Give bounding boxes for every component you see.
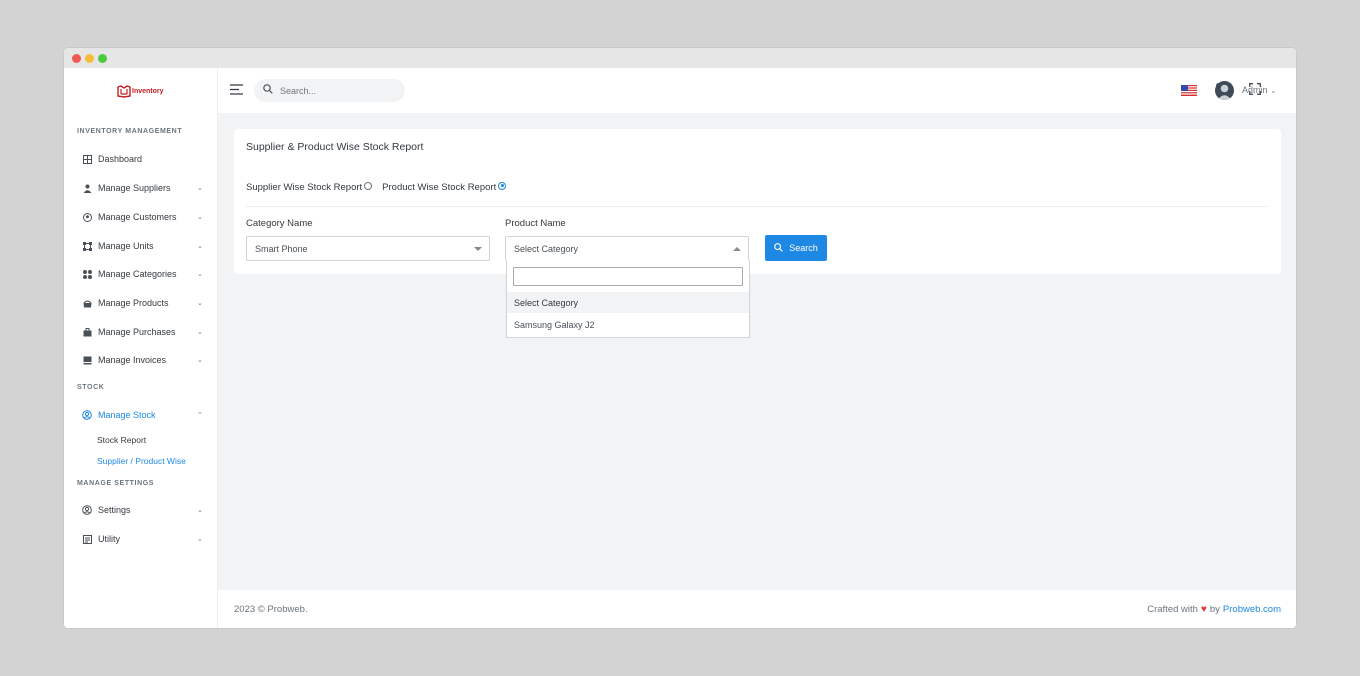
chevron-up-icon: ⌃: [197, 412, 203, 419]
sidebar-item-label: Settings: [98, 505, 131, 515]
sidebar-item-label: Manage Suppliers: [98, 183, 171, 193]
brand-name: Inventory: [132, 88, 164, 95]
dropdown-option[interactable]: Select Category: [507, 292, 749, 313]
close-window-button[interactable]: [72, 54, 81, 63]
sidebar-subitem-supplier-product-wise[interactable]: Supplier / Product Wise: [97, 456, 186, 466]
categories-icon: [80, 269, 94, 279]
sidebar-item-label: Utility: [98, 534, 120, 544]
user-avatar[interactable]: [1215, 81, 1234, 100]
product-name-label: Product Name: [505, 218, 566, 229]
location-pin-icon: [80, 212, 94, 222]
top-header: Admin⌄: [218, 68, 1296, 113]
radio-supplier-wise[interactable]: [364, 181, 373, 190]
radio-supplier-label[interactable]: Supplier Wise Stock Report: [246, 182, 362, 193]
brand-logo[interactable]: Inventory: [117, 85, 164, 98]
sidebar-item-label: Manage Customers: [98, 212, 177, 222]
category-name-label: Category Name: [246, 218, 313, 229]
report-type-radios: Supplier Wise Stock Report Product Wise …: [246, 181, 516, 193]
sidebar-item-customers[interactable]: Manage Customers ⌄: [77, 207, 205, 227]
menu-section-inventory: INVENTORY MANAGEMENT: [77, 128, 183, 135]
footer-copyright: 2023 © Probweb.: [234, 604, 308, 615]
caret-up-icon: [733, 247, 741, 251]
search-input[interactable]: [280, 85, 390, 96]
maximize-window-button[interactable]: [98, 54, 107, 63]
radio-product-wise[interactable]: [498, 181, 507, 190]
chevron-down-icon: ⌄: [197, 536, 203, 543]
footer-by-text: by: [1209, 604, 1220, 615]
product-select[interactable]: Select Category: [505, 236, 749, 261]
minimize-window-button[interactable]: [85, 54, 94, 63]
sidebar-item-label: Manage Units: [98, 241, 154, 251]
footer-crafted-text: Crafted with: [1147, 604, 1198, 615]
category-select[interactable]: Smart Phone: [246, 236, 490, 261]
sidebar-item-products[interactable]: Manage Products ⌄: [77, 293, 205, 313]
product-dropdown: Select Category Samsung Galaxy J2: [506, 260, 750, 338]
sidebar-item-manage-stock[interactable]: Manage Stock ⌃: [77, 405, 205, 425]
briefcase-icon: [80, 327, 94, 337]
chevron-down-icon: ⌄: [197, 243, 203, 250]
sidebar-item-label: Manage Products: [98, 298, 169, 308]
sidebar-subitem-stock-report[interactable]: Stock Report: [97, 435, 146, 445]
utility-icon: [80, 534, 94, 544]
settings-icon: [80, 505, 94, 515]
search-button-label: Search: [789, 243, 818, 253]
search-icon: [774, 242, 784, 254]
footer-link[interactable]: Probweb.com: [1223, 604, 1281, 615]
menu-section-stock: STOCK: [77, 384, 105, 391]
sidebar-item-dashboard[interactable]: Dashboard: [77, 149, 205, 169]
sidebar-item-units[interactable]: Manage Units ⌄: [77, 236, 205, 256]
window-titlebar: [64, 48, 1296, 68]
menu-toggle-icon[interactable]: [230, 84, 244, 98]
sidebar-item-label: Manage Stock: [98, 410, 156, 420]
sidebar-item-purchases[interactable]: Manage Purchases ⌄: [77, 322, 205, 342]
header-search[interactable]: [254, 79, 405, 102]
sidebar-item-suppliers[interactable]: Manage Suppliers ⌄: [77, 178, 205, 198]
chevron-down-icon: ⌄: [197, 271, 203, 278]
sidebar-item-categories[interactable]: Manage Categories ⌄: [77, 264, 205, 284]
sidebar-item-label: Manage Purchases: [98, 327, 176, 337]
caret-down-icon: [474, 247, 482, 251]
sidebar-item-utility[interactable]: Utility ⌄: [77, 529, 205, 549]
browser-window: Inventory INVENTORY MANAGEMENT Dashboard…: [64, 48, 1296, 628]
products-icon: [80, 299, 94, 308]
dropdown-search-input[interactable]: [513, 267, 743, 286]
us-flag-icon[interactable]: [1181, 85, 1197, 99]
product-select-value: Select Category: [514, 243, 579, 254]
user-menu[interactable]: Admin ⌄: [1242, 85, 1276, 95]
chevron-down-icon: ⌄: [1270, 88, 1277, 95]
logo-icon: [117, 85, 131, 98]
search-icon: [263, 84, 273, 97]
footer: 2023 © Probweb. Crafted with ♥ by Probwe…: [218, 590, 1296, 628]
footer-credits: Crafted with ♥ by Probweb.com: [1147, 604, 1281, 615]
sidebar-item-settings[interactable]: Settings ⌄: [77, 500, 205, 520]
user-name: Admin: [1242, 85, 1268, 95]
page-title: Supplier & Product Wise Stock Report: [246, 141, 424, 153]
divider: [246, 206, 1269, 207]
chevron-down-icon: ⌄: [197, 185, 203, 192]
heart-icon: ♥: [1200, 604, 1207, 615]
category-select-value: Smart Phone: [255, 243, 308, 254]
units-icon: [80, 241, 94, 251]
sidebar-item-label: Manage Invoices: [98, 355, 167, 365]
stock-icon: [80, 410, 94, 420]
radio-product-label[interactable]: Product Wise Stock Report: [382, 182, 496, 193]
menu-section-settings: MANAGE SETTINGS: [77, 480, 155, 487]
sidebar-item-label: Dashboard: [98, 154, 143, 164]
sidebar-item-invoices[interactable]: Manage Invoices ⌄: [77, 350, 205, 370]
dashboard-icon: [80, 154, 94, 164]
chevron-down-icon: ⌄: [197, 329, 203, 336]
invoice-icon: [80, 356, 94, 365]
dropdown-option[interactable]: Samsung Galaxy J2: [507, 314, 749, 335]
chevron-down-icon: ⌄: [197, 214, 203, 221]
sidebar-item-label: Manage Categories: [98, 269, 177, 279]
chevron-down-icon: ⌄: [197, 357, 203, 364]
chevron-down-icon: ⌄: [197, 300, 203, 307]
chevron-down-icon: ⌄: [197, 507, 203, 514]
search-button[interactable]: Search: [765, 235, 827, 261]
report-card: Supplier & Product Wise Stock Report Sup…: [234, 129, 1281, 274]
sidebar: Inventory INVENTORY MANAGEMENT Dashboard…: [64, 68, 218, 628]
user-icon: [80, 184, 94, 193]
